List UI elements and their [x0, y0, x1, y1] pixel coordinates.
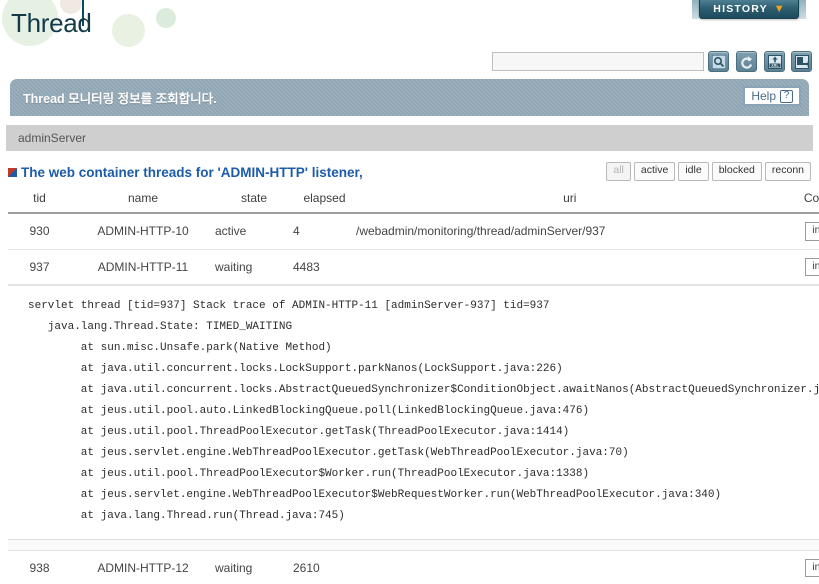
cell-name: ADMIN-HTTP-10: [71, 212, 215, 250]
cell-tid: 938: [8, 549, 71, 584]
help-button[interactable]: Help ?: [743, 86, 801, 106]
excel-export-button[interactable]: [791, 51, 812, 72]
column-header-elapsed: elapsed: [293, 187, 356, 214]
excel-export-icon: [794, 54, 809, 69]
stack-trace-line: at java.util.concurrent.locks.LockSuppor…: [28, 363, 563, 376]
threads-table-wrapper: tid name state elapsed uri Command 930AD…: [8, 187, 819, 584]
table-body: 930 ADMIN-HTTP-10 active 4/webadmin/monitor…: [8, 212, 819, 584]
filter-button-reconn[interactable]: reconn: [764, 162, 811, 181]
threads-table: tid name state elapsed uri Command 930AD…: [8, 187, 819, 584]
section-title: The web container threads for 'ADMIN-HTT…: [21, 164, 363, 180]
interrupt-button[interactable]: interrupt: [805, 558, 819, 578]
cell-uri: [356, 549, 784, 584]
table-spacer-cell: [8, 540, 819, 551]
table-header-row: tid name state elapsed uri Command: [8, 187, 819, 214]
cell-uri: /webadmin/monitoring/thread/adminServer/…: [356, 212, 784, 250]
table-row[interactable]: 938ADMIN-HTTP-12waiting2610 interrupt: [8, 549, 819, 584]
column-header-command: Command: [783, 187, 819, 214]
cell-tid: 930: [8, 212, 71, 250]
stack-trace-line: at jeus.util.pool.auto.LinkedBlockingQue…: [28, 405, 590, 418]
section-header: The web container threads for 'ADMIN-HTT…: [8, 161, 811, 183]
cell-state: waiting: [215, 549, 293, 584]
question-mark-icon: ?: [780, 89, 793, 103]
cell-command: interrupt: [783, 212, 819, 250]
cell-uri: [356, 248, 784, 286]
filter-button-blocked[interactable]: blocked: [711, 162, 762, 181]
page-title: Thread: [11, 8, 92, 38]
cell-elapsed: 2610: [293, 549, 356, 584]
svg-text:XML: XML: [771, 65, 779, 69]
history-label: HISTORY: [713, 3, 768, 15]
column-header-state: state: [215, 187, 293, 214]
stack-trace-line: at jeus.util.pool.ThreadPoolExecutor$Wor…: [28, 468, 590, 481]
history-tab-right-edge: [799, 0, 806, 19]
stack-trace-line: java.lang.Thread.State: TIMED_WAITING: [28, 321, 293, 334]
server-bar: adminServer: [6, 125, 813, 151]
stack-trace-line: at java.lang.Thread.run(Thread.java:745): [28, 510, 345, 523]
cell-tid: 937: [8, 248, 71, 286]
cell-elapsed: 4: [293, 212, 356, 250]
column-header-tid: tid: [8, 187, 71, 214]
table-row[interactable]: 937ADMIN-HTTP-11waiting4483 interrupt: [8, 248, 819, 286]
top-banner: Thread HISTORY ▼: [0, 0, 819, 48]
info-banner: Thread 모니터링 정보를 조회합니다. Help ?: [10, 79, 809, 116]
column-header-uri: uri: [356, 187, 784, 214]
cell-state: waiting: [215, 248, 293, 286]
table-spacer-row: [8, 540, 819, 551]
search-toolbar: XML: [0, 48, 819, 75]
decorative-circle: [112, 14, 145, 47]
interrupt-button[interactable]: interrupt: [805, 257, 819, 277]
stack-trace-line: servlet thread [tid=937] Stack trace of …: [28, 300, 550, 313]
info-message: Thread 모니터링 정보를 조회합니다.: [23, 92, 217, 106]
interrupt-button[interactable]: interrupt: [805, 222, 819, 241]
search-input[interactable]: [492, 52, 704, 71]
search-icon: [711, 54, 726, 69]
help-label: Help: [751, 89, 776, 103]
xml-export-button[interactable]: XML: [764, 51, 785, 72]
chevron-down-icon: ▼: [773, 2, 785, 15]
refresh-icon: [739, 55, 754, 69]
stack-trace-cell: servlet thread [tid=937] Stack trace of …: [8, 285, 819, 541]
xml-export-icon: XML: [767, 54, 782, 69]
square-bullet-icon: [8, 167, 17, 177]
stack-trace-row: servlet thread [tid=937] Stack trace of …: [8, 285, 819, 541]
cell-name: ADMIN-HTTP-11: [71, 248, 215, 286]
table-header: tid name state elapsed uri Command: [8, 187, 819, 214]
stack-trace-line: at jeus.servlet.engine.WebThreadPoolExec…: [28, 447, 629, 460]
filter-button-idle[interactable]: idle: [678, 162, 709, 181]
cell-command: interrupt: [783, 549, 819, 584]
cell-name: ADMIN-HTTP-12: [71, 549, 215, 584]
filter-button-active[interactable]: active: [633, 162, 676, 181]
stack-trace-panel: servlet thread [tid=937] Stack trace of …: [8, 285, 819, 541]
server-name: adminServer: [18, 131, 87, 145]
cell-state: active: [215, 212, 293, 250]
stack-trace-line: at sun.misc.Unsafe.park(Native Method): [28, 342, 332, 355]
cell-command: interrupt: [783, 248, 819, 286]
filter-button-group: all active idle blocked reconn: [606, 162, 811, 181]
history-tab-left-edge: [692, 0, 699, 19]
table-row[interactable]: 930 ADMIN-HTTP-10 active 4/webadmin/monitor…: [8, 212, 819, 250]
stack-trace-line: at jeus.util.pool.ThreadPoolExecutor.get…: [28, 426, 570, 439]
history-button[interactable]: HISTORY ▼: [699, 0, 799, 19]
column-header-name: name: [71, 187, 215, 214]
cell-elapsed: 4483: [293, 248, 356, 286]
search-button[interactable]: [708, 51, 729, 72]
stack-trace-line: at java.util.concurrent.locks.AbstractQu…: [28, 384, 819, 397]
decorative-circle: [156, 8, 176, 28]
filter-button-all: all: [606, 162, 631, 181]
refresh-button[interactable]: [736, 51, 757, 72]
stack-trace-line: at jeus.servlet.engine.WebThreadPoolExec…: [28, 489, 722, 502]
